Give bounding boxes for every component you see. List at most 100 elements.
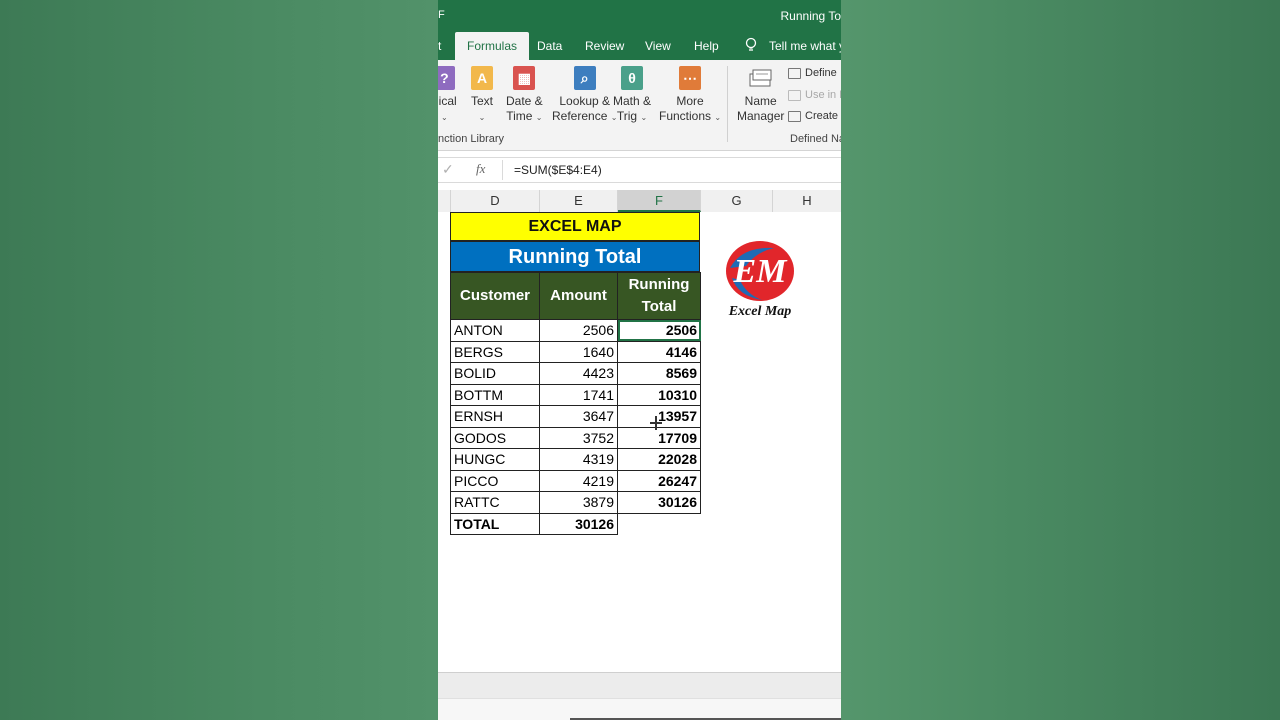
running-total-table: Customer Amount Running Total ANTON 2506 25… (450, 272, 701, 535)
sheet-title[interactable]: EXCEL MAP (450, 212, 700, 241)
header-amount[interactable]: Amount (539, 272, 618, 320)
table-row: GODOS 3752 17709 (450, 426, 701, 449)
chevron-down-icon: ⌄ (535, 113, 543, 122)
create-from-selection-button[interactable]: Create (788, 110, 838, 122)
column-header-prev[interactable] (438, 190, 451, 212)
amount-cell[interactable]: 1741 (539, 383, 618, 406)
name-manager-icon (749, 69, 772, 87)
name-manager-label-1: Name (744, 94, 777, 108)
math-trig-button[interactable]: θ Math & Trig ⌄ (613, 66, 651, 125)
grid-icon (788, 110, 801, 122)
excel-window: F Running To t Formulas Data Review View… (438, 0, 841, 720)
define-name-label: Define (805, 67, 837, 79)
amount-cell[interactable]: 4319 (539, 448, 618, 471)
name-manager-button[interactable]: Name Manager (737, 66, 784, 124)
date-time-label-2: Time (506, 109, 533, 123)
lookup-magnifier-icon: ⌕ (573, 66, 596, 90)
logo-text: Excel Map (728, 304, 792, 319)
customer-cell[interactable]: HUNGC (450, 448, 540, 471)
running-total-cell[interactable]: 26247 (617, 469, 701, 492)
customer-cell[interactable]: PICCO (450, 469, 540, 492)
table-row: PICCO 4219 26247 (450, 469, 701, 492)
header-running-total[interactable]: Running Total (617, 272, 701, 320)
use-in-formula-button[interactable]: Use in F (788, 89, 841, 101)
lookup-reference-button[interactable]: ⌕ Lookup & Reference ⌄ (552, 66, 617, 125)
more-label-1: More (676, 94, 704, 108)
chevron-down-icon: ⌄ (478, 113, 486, 122)
amount-cell[interactable]: 1640 (539, 340, 618, 363)
customer-cell[interactable]: BERGS (450, 340, 540, 363)
customer-cell[interactable]: BOTTM (450, 383, 540, 406)
logical-label: gical (438, 94, 457, 108)
table-row: ERNSH 3647 13957 (450, 405, 701, 428)
customer-cell[interactable]: ERNSH (450, 405, 540, 428)
tab-partial[interactable]: t (438, 32, 441, 60)
column-header-e[interactable]: E (540, 190, 618, 212)
header-customer[interactable]: Customer (450, 272, 540, 320)
tell-me-search[interactable]: Tell me what y (769, 32, 841, 60)
header-running-total-line2: Total (641, 298, 677, 315)
total-amount-cell[interactable]: 30126 (539, 512, 618, 535)
date-time-label-1: Date & (506, 94, 543, 108)
formula-divider (502, 160, 503, 180)
worksheet: EXCEL MAP Running Total Customer Amount … (438, 212, 841, 672)
ribbon: ? gical ⌄ A Text ⌄ ▦ Date & Time ⌄ ⌕ Loo… (438, 60, 841, 151)
customer-cell[interactable]: GODOS (450, 426, 540, 449)
running-total-cell[interactable]: 4146 (617, 340, 701, 363)
amount-cell[interactable]: 3647 (539, 405, 618, 428)
tab-data[interactable]: Data (537, 32, 562, 60)
running-total-cell[interactable]: 22028 (617, 448, 701, 471)
running-total-cell[interactable]: 10310 (617, 383, 701, 406)
ribbon-tabs: t Formulas Data Review View Help Tell me… (438, 32, 841, 60)
running-total-cell[interactable]: 8569 (617, 362, 701, 385)
define-name-button[interactable]: Define (788, 67, 837, 79)
tab-review[interactable]: Review (585, 32, 624, 60)
defined-names-label: Defined Na (790, 133, 841, 145)
create-label: Create (805, 110, 839, 122)
text-button[interactable]: A Text ⌄ (471, 66, 493, 125)
sheet-subtitle[interactable]: Running Total (450, 241, 700, 272)
customer-cell[interactable]: BOLID (450, 362, 540, 385)
running-total-cell-active[interactable]: 2506 (617, 319, 701, 342)
math-label-2: Trig (616, 109, 638, 123)
empty-cell[interactable] (618, 513, 701, 535)
logical-button[interactable]: ? gical ⌄ (438, 66, 457, 125)
more-functions-button[interactable]: ⋯ More Functions ⌄ (659, 66, 721, 125)
total-label-cell[interactable]: TOTAL (450, 512, 540, 535)
amount-cell[interactable]: 4423 (539, 362, 618, 385)
column-header-f[interactable]: F (618, 190, 701, 212)
tab-view[interactable]: View (645, 32, 671, 60)
table-row: BERGS 1640 4146 (450, 340, 701, 363)
background-right (841, 0, 1280, 720)
title-bar: F Running To t Formulas Data Review View… (438, 0, 841, 60)
amount-cell[interactable]: 3879 (539, 491, 618, 514)
tab-help[interactable]: Help (694, 32, 719, 60)
theta-icon: θ (621, 66, 643, 90)
amount-cell[interactable]: 2506 (539, 319, 618, 342)
column-header-h[interactable]: H (773, 190, 841, 212)
total-row: TOTAL 30126 (450, 512, 701, 535)
column-header-d[interactable]: D (451, 190, 540, 212)
customer-cell[interactable]: RATTC (450, 491, 540, 514)
use-in-formula-label: Use in F (805, 89, 841, 101)
date-time-button[interactable]: ▦ Date & Time ⌄ (506, 66, 543, 125)
chevron-down-icon: ⌄ (640, 113, 648, 122)
running-total-cell[interactable]: 17709 (617, 426, 701, 449)
amount-cell[interactable]: 4219 (539, 469, 618, 492)
fx-small-icon (788, 89, 801, 101)
customer-cell[interactable]: ANTON (450, 319, 540, 342)
column-headers: D E F G H (438, 190, 841, 213)
status-bar (438, 698, 841, 720)
amount-cell[interactable]: 3752 (539, 426, 618, 449)
fx-icon[interactable]: fx (476, 161, 485, 177)
check-icon[interactable]: ✓ (442, 161, 454, 178)
tab-formulas[interactable]: Formulas (455, 32, 530, 60)
chevron-down-icon: ⌄ (714, 113, 722, 122)
lightbulb-icon[interactable] (745, 37, 757, 53)
text-icon: A (471, 66, 493, 90)
running-total-cell[interactable]: 30126 (617, 491, 701, 514)
more-functions-icon: ⋯ (679, 66, 702, 90)
formula-input[interactable]: =SUM($E$4:E4) (514, 163, 602, 177)
function-library-label: nction Library (438, 133, 505, 145)
column-header-g[interactable]: G (701, 190, 773, 212)
